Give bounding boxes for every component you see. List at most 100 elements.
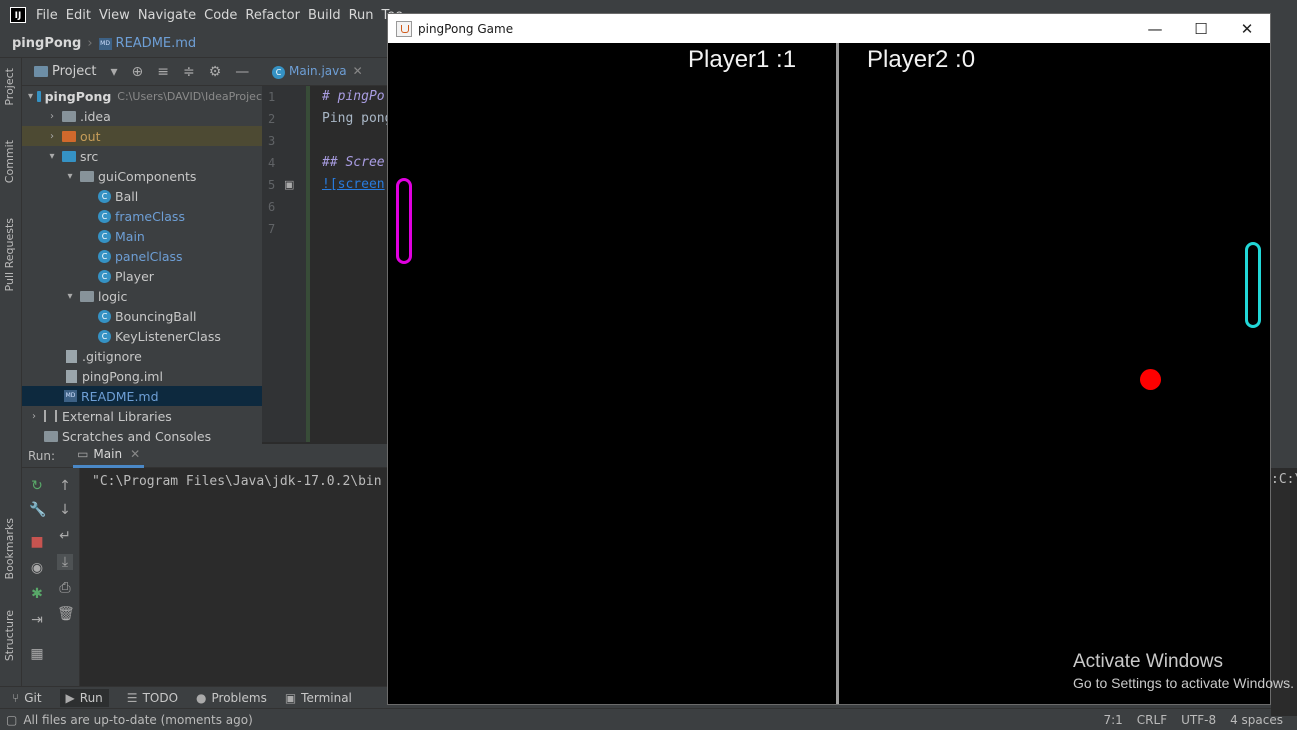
layout-icon[interactable]: ▦ xyxy=(29,646,45,662)
breadcrumb-project[interactable]: pingPong xyxy=(12,36,81,51)
scroll-to-end-icon[interactable]: ⤓ xyxy=(57,554,73,570)
tab-problems[interactable]: ● Problems xyxy=(196,691,267,705)
tree-item-frameclass[interactable]: C frameClass xyxy=(22,206,262,226)
tree-item-guicomponents[interactable]: ▾ guiComponents xyxy=(22,166,262,186)
print-icon[interactable]: ⎙ xyxy=(57,580,73,596)
collapse-all-icon[interactable]: ≑ xyxy=(183,64,195,80)
tool-tab-commit[interactable]: Commit xyxy=(3,140,16,183)
tree-item-keylistenerclass[interactable]: C KeyListenerClass xyxy=(22,326,262,346)
close-icon[interactable]: ✕ xyxy=(353,64,363,78)
arrow-down-icon[interactable]: ↓ xyxy=(57,502,73,518)
tree-item-scratches[interactable]: Scratches and Consoles xyxy=(22,426,262,444)
line-separator[interactable]: CRLF xyxy=(1137,713,1167,727)
code-editor[interactable]: # pingPo Ping pong ## Scree ![screen xyxy=(306,86,387,442)
intellij-logo-icon: IJ xyxy=(10,7,26,23)
line-number: 6 xyxy=(268,200,276,214)
menu-view[interactable]: View xyxy=(99,8,138,23)
main-class-icon: C xyxy=(98,229,111,243)
tool-tab-bookmarks[interactable]: Bookmarks xyxy=(3,518,16,579)
tree-item-ball[interactable]: C Ball xyxy=(22,186,262,206)
project-panel-title[interactable]: Project xyxy=(52,64,96,79)
expand-all-icon[interactable]: ≡ xyxy=(157,64,169,80)
package-icon xyxy=(80,170,94,182)
line-number: 1 xyxy=(268,90,276,104)
tab-run[interactable]: ▶ Run xyxy=(59,688,109,707)
minimize-button[interactable]: — xyxy=(1132,14,1178,43)
tree-item-gitignore[interactable]: .gitignore xyxy=(22,346,262,366)
chevron-right-icon[interactable]: › xyxy=(46,131,58,142)
chevron-down-icon[interactable]: ▾ xyxy=(64,291,76,302)
file-icon xyxy=(66,349,77,363)
caret-position[interactable]: 7:1 xyxy=(1103,713,1122,727)
terminal-icon: ▣ xyxy=(284,690,297,705)
breadcrumb-file[interactable]: README.md xyxy=(116,36,197,51)
trash-icon[interactable]: 🗑 xyxy=(57,606,75,622)
stop-icon[interactable]: ■ xyxy=(29,534,45,550)
run-toolbar-primary: ↻ 🔧 ■ ◉ ✱ ⇥ ▦ xyxy=(22,468,50,686)
tree-item-bouncingball[interactable]: C BouncingBall xyxy=(22,306,262,326)
activate-windows-watermark: Activate Windows Go to Settings to activ… xyxy=(1073,651,1294,691)
code-line: ## Scree xyxy=(322,155,385,170)
chevron-down-icon[interactable]: ▾ xyxy=(110,64,117,80)
file-icon xyxy=(66,369,77,383)
tab-terminal[interactable]: ▣ Terminal xyxy=(285,691,352,705)
problems-icon: ● xyxy=(196,690,207,705)
menu-refactor[interactable]: Refactor xyxy=(245,8,308,23)
run-tab-main[interactable]: ▭ Main ✕ xyxy=(73,444,145,468)
game-canvas[interactable]: Player1 :1 Player2 :0 xyxy=(388,43,1270,704)
tool-tab-structure[interactable]: Structure xyxy=(3,610,16,661)
status-icon[interactable]: ▢ xyxy=(6,713,17,727)
wrench-icon[interactable]: 🔧 xyxy=(29,502,46,518)
tree-item-main[interactable]: C Main xyxy=(22,226,262,246)
menu-code[interactable]: Code xyxy=(204,8,245,23)
menu-navigate[interactable]: Navigate xyxy=(138,8,204,23)
tree-item-idea[interactable]: › .idea xyxy=(22,106,262,126)
run-console[interactable]: "C:\Program Files\Java\jdk-17.0.2\bin xyxy=(80,468,387,686)
tree-item-panelclass[interactable]: C panelClass xyxy=(22,246,262,266)
tree-item-logic[interactable]: ▾ logic xyxy=(22,286,262,306)
menu-file[interactable]: File xyxy=(36,8,66,23)
menu-build[interactable]: Build xyxy=(308,8,349,23)
tool-tab-project[interactable]: Project xyxy=(3,68,16,106)
tree-item-out[interactable]: › out xyxy=(22,126,262,146)
gear-icon[interactable]: ⚙ xyxy=(209,64,222,80)
target-icon[interactable]: ⊕ xyxy=(132,64,144,80)
tree-item-external-libraries[interactable]: › External Libraries xyxy=(22,406,262,426)
tree-item-readme[interactable]: MD README.md xyxy=(22,386,262,406)
chevron-right-icon[interactable]: › xyxy=(46,111,58,122)
tab-todo[interactable]: ☰ TODO xyxy=(127,691,178,705)
exit-icon[interactable]: ⇥ xyxy=(29,612,45,628)
chevron-down-icon[interactable]: ▾ xyxy=(64,171,76,182)
line-number: 5 xyxy=(268,178,276,192)
tree-item-pingpong-iml[interactable]: pingPong.iml xyxy=(22,366,262,386)
camera-icon[interactable]: ◉ xyxy=(29,560,45,576)
folder-icon xyxy=(62,130,76,142)
minimize-icon[interactable]: — xyxy=(235,64,249,80)
chevron-down-icon[interactable]: ▾ xyxy=(28,91,33,102)
chevron-down-icon[interactable]: ▾ xyxy=(46,151,58,162)
tree-item-player[interactable]: C Player xyxy=(22,266,262,286)
watermark-line2: Go to Settings to activate Windows. xyxy=(1073,675,1294,691)
arrow-up-icon[interactable]: ↑ xyxy=(57,478,73,494)
tree-item-pingpong[interactable]: ▾ pingPong C:\Users\DAVID\IdeaProjec xyxy=(22,86,262,106)
rerun-icon[interactable]: ↻ xyxy=(29,478,45,494)
folder-icon xyxy=(37,90,41,102)
close-button[interactable]: ✕ xyxy=(1224,14,1270,43)
window-titlebar[interactable]: pingPong Game — ☐ ✕ xyxy=(388,14,1270,43)
maximize-button[interactable]: ☐ xyxy=(1178,14,1224,43)
close-icon[interactable]: ✕ xyxy=(130,447,140,461)
code-line[interactable]: ![screen xyxy=(322,177,385,192)
menu-run[interactable]: Run xyxy=(349,8,382,23)
tab-git[interactable]: ⑂ Git xyxy=(12,691,42,705)
soft-wrap-icon[interactable]: ↵ xyxy=(57,528,73,544)
chevron-right-icon[interactable]: › xyxy=(28,411,40,422)
library-icon xyxy=(44,410,57,422)
debug-icon[interactable]: ✱ xyxy=(29,586,45,602)
code-line: # pingPo xyxy=(322,89,385,104)
menu-edit[interactable]: Edit xyxy=(66,8,99,23)
file-encoding[interactable]: UTF-8 xyxy=(1181,713,1216,727)
tool-tab-pull-requests[interactable]: Pull Requests xyxy=(3,218,16,291)
folder-icon xyxy=(62,110,76,122)
tree-item-src[interactable]: ▾ src xyxy=(22,146,262,166)
tab-main-java[interactable]: C Main.java ✕ xyxy=(262,64,363,79)
